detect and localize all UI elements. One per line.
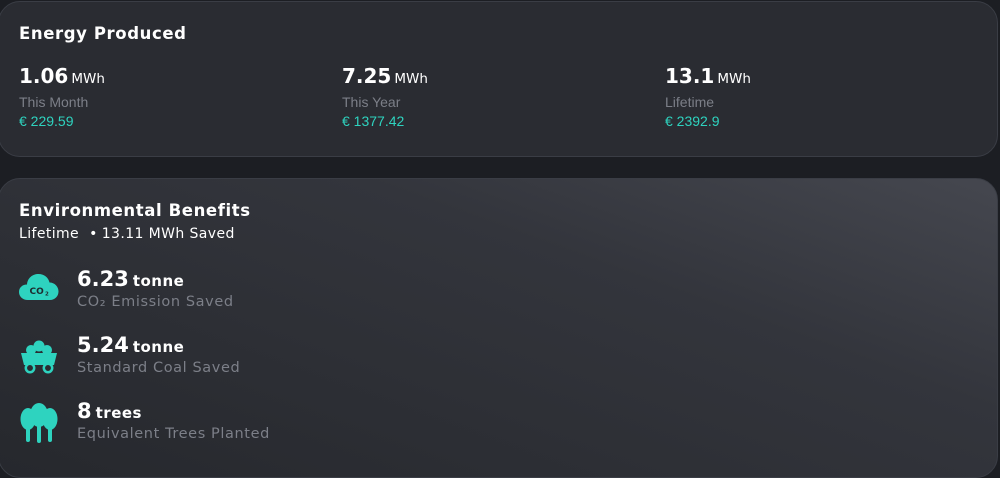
stat-unit: MWh xyxy=(394,71,428,87)
benefit-unit: tonne xyxy=(132,338,185,356)
stat-money: € 1377.42 xyxy=(342,113,405,129)
svg-text:CO: CO xyxy=(30,287,45,297)
benefit-value: 8 xyxy=(77,399,92,423)
stat-unit: MWh xyxy=(717,71,751,87)
benefit-value: 5.24 xyxy=(77,333,129,357)
benefit-text: 6.23 tonne CO₂ Emission Saved xyxy=(77,266,234,310)
stat-label: This Month xyxy=(19,94,89,110)
co2-cloud-icon: CO 2 xyxy=(19,272,59,312)
stat-lifetime: 13.1 MWh Lifetime € 2392.9 xyxy=(665,63,751,129)
stat-money: € 229.59 xyxy=(19,113,74,129)
benefit-label: CO₂ Emission Saved xyxy=(77,294,234,310)
energy-produced-title: Energy Produced xyxy=(19,24,187,43)
stat-value: 13.1 xyxy=(665,64,715,88)
environmental-subtitle: Lifetime • 13.11 MWh Saved xyxy=(19,226,235,242)
environmental-benefits-title: Environmental Benefits xyxy=(19,201,251,220)
benefit-value: 6.23 xyxy=(77,267,129,291)
trees-icon xyxy=(19,402,59,443)
coal-cart-icon xyxy=(19,338,59,378)
benefit-unit: trees xyxy=(95,404,142,422)
benefit-text: 8 trees Equivalent Trees Planted xyxy=(77,398,270,442)
separator-dot: • xyxy=(89,226,98,242)
stat-money: € 2392.9 xyxy=(665,113,720,129)
period-label: Lifetime xyxy=(19,226,80,242)
energy-produced-card: Energy Produced 1.06 MWh This Month € 229… xyxy=(0,1,998,157)
benefit-text: 5.24 tonne Standard Coal Saved xyxy=(77,332,240,376)
stat-unit: MWh xyxy=(71,71,105,87)
svg-text:2: 2 xyxy=(45,292,49,298)
benefit-unit: tonne xyxy=(132,272,185,290)
environmental-benefits-card: Environmental Benefits Lifetime • 13.11 MW… xyxy=(0,178,998,478)
stat-value: 1.06 xyxy=(19,64,69,88)
benefit-label: Standard Coal Saved xyxy=(77,360,241,376)
saved-label: 13.11 MWh Saved xyxy=(101,226,235,242)
stat-this-month: 1.06 MWh This Month € 229.59 xyxy=(19,63,105,129)
stat-label: Lifetime xyxy=(665,94,715,110)
stat-label: This Year xyxy=(342,94,401,110)
benefit-label: Equivalent Trees Planted xyxy=(77,426,270,442)
stat-this-year: 7.25 MWh This Year € 1377.42 xyxy=(342,63,428,129)
stat-value: 7.25 xyxy=(342,64,392,88)
